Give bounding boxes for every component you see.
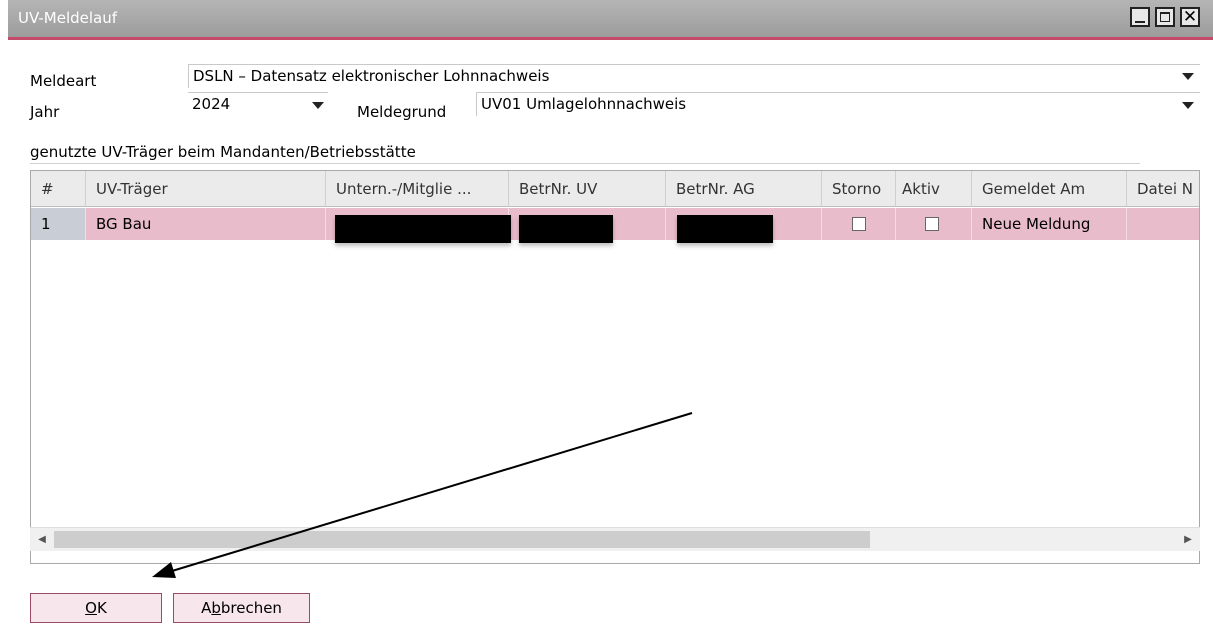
cancel-label-prefix: A <box>201 599 212 617</box>
annotation-arrow <box>152 412 693 578</box>
cancel-button[interactable]: Abbrechen <box>173 593 310 623</box>
ok-mnemonic: O <box>85 599 97 617</box>
cancel-mnemonic: b <box>211 599 221 617</box>
ok-button[interactable]: OK <box>30 593 162 623</box>
ok-label-rest: K <box>96 599 107 617</box>
cancel-label-rest: brechen <box>220 599 282 617</box>
